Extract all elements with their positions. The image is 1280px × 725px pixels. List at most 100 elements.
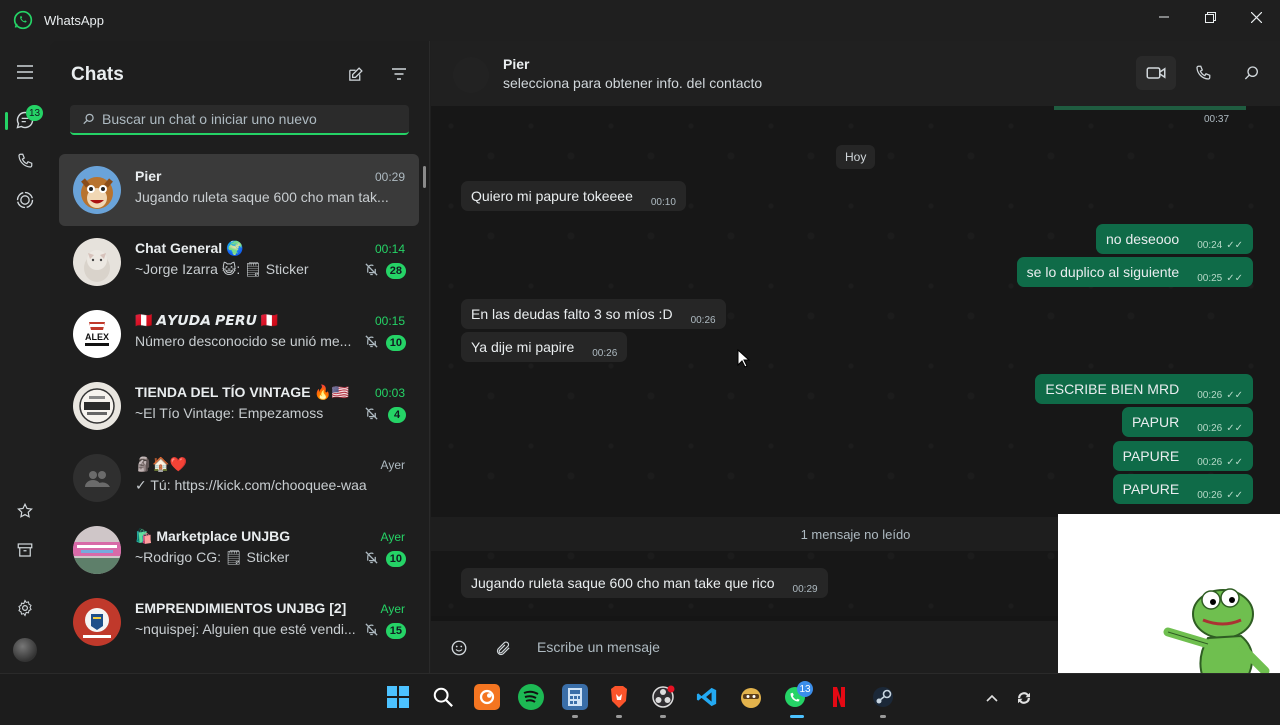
muted-bell-icon [365, 335, 378, 348]
taskbar-spotify[interactable] [518, 684, 544, 710]
chat-item-pier[interactable]: Pier 00:29 Jugando ruleta saque 600 cho … [59, 154, 419, 226]
taskbar-game[interactable] [738, 684, 764, 710]
taskbar-steam[interactable] [870, 684, 896, 710]
crunchyroll-icon [479, 689, 495, 705]
maximize-button[interactable] [1190, 6, 1230, 28]
chat-time: Ayer [380, 530, 405, 544]
profile-avatar[interactable] [13, 638, 37, 662]
unread-count-badge: 28 [385, 263, 406, 279]
status-nav-button[interactable] [13, 188, 37, 212]
whatsapp-logo-icon [13, 10, 33, 30]
chat-item-group[interactable]: 🗿🏠❤️ Ayer ✓ Tú: https://kick.com/chooque… [59, 442, 419, 514]
message-incoming[interactable]: En las deudas falto 3 so míos :D 00:26 [461, 299, 726, 329]
avatar: ALEX [73, 310, 121, 358]
message-text: PAPURE [1122, 448, 1180, 464]
chat-time: 00:29 [374, 170, 405, 184]
app-title: WhatsApp [44, 13, 104, 28]
search-in-chat-button[interactable] [1232, 56, 1272, 90]
emoji-button[interactable] [448, 637, 470, 659]
filter-button[interactable] [389, 64, 409, 84]
navigation-rail: 13 [0, 41, 50, 673]
contact-subtitle[interactable]: selecciona para obtener info. del contac… [503, 75, 762, 91]
message-incoming[interactable]: Ya dije mi papire 00:26 [461, 332, 628, 362]
new-chat-button[interactable] [345, 64, 365, 84]
message-incoming[interactable]: Quiero mi papure tokeeee 00:10 [461, 181, 686, 211]
chat-time: 00:15 [374, 314, 405, 328]
chat-item-ayuda-peru[interactable]: ALEX 🇵🇪 𝘼𝙔𝙐𝘿𝘼 𝙋𝙀𝙍𝙐 🇵🇪 00:15 Número desco… [59, 298, 419, 370]
taskbar-netflix[interactable] [826, 684, 852, 710]
message-outgoing[interactable]: PAPUR 00:26 ✓✓ [1122, 407, 1253, 437]
search-input[interactable] [102, 111, 392, 127]
active-app-indicator [790, 715, 804, 718]
minimize-icon [1159, 16, 1169, 18]
message-text: Jugando ruleta saque 600 cho man take qu… [471, 575, 775, 591]
windows-start-button[interactable] [385, 684, 411, 710]
taskbar-calculator[interactable] [562, 684, 588, 710]
message-time: 00:26 [1197, 390, 1223, 401]
message-time: 00:29 [792, 584, 818, 595]
message-text: PAPURE [1122, 481, 1180, 497]
previous-media-edge [1054, 106, 1246, 110]
tray-sync-icon-button[interactable] [1014, 688, 1034, 708]
message-text: Quiero mi papure tokeeee [471, 188, 633, 204]
contact-name[interactable]: Pier [503, 56, 529, 72]
chat-name: TIENDA DEL TÍO VINTAGE 🔥🇺🇸 [135, 384, 350, 400]
search-icon [83, 113, 94, 125]
message-text: En las deudas falto 3 so míos :D [471, 306, 673, 322]
archived-nav-button[interactable] [13, 538, 37, 562]
chat-item-emprendimientos-unjbg[interactable]: EMPRENDIMIENTOS UNJBG [2] Ayer ~nquispej… [59, 586, 419, 658]
restore-icon [1204, 11, 1216, 23]
sync-icon [1018, 692, 1030, 704]
message-outgoing[interactable]: no deseooo 00:24 ✓✓ [1096, 224, 1253, 254]
settings-nav-button[interactable] [13, 596, 37, 620]
chat-preview: Número desconocido se unió me... [135, 333, 352, 349]
calls-nav-button[interactable] [13, 149, 37, 173]
phone-icon [1196, 65, 1211, 80]
chat-name: Pier [135, 168, 162, 184]
calculator-icon [568, 688, 582, 706]
message-text: se lo duplico al siguiente [1026, 264, 1180, 280]
chat-item-chat-general[interactable]: Chat General 🌍 00:14 ~Jorge Izarra 😺: 🗒 … [59, 226, 419, 298]
message-text: ESCRIBE BIEN MRD [1045, 381, 1180, 397]
compose-icon [348, 66, 363, 81]
message-text: PAPUR [1132, 414, 1180, 430]
taskbar-vscode[interactable] [694, 684, 720, 710]
taskbar-search-button[interactable] [430, 684, 456, 710]
chat-item-tienda-vintage[interactable]: TIENDA DEL TÍO VINTAGE 🔥🇺🇸 00:03 ~El Tío… [59, 370, 419, 442]
close-button[interactable] [1236, 6, 1276, 28]
contact-avatar[interactable] [453, 57, 489, 93]
message-outgoing[interactable]: ESCRIBE BIEN MRD 00:26 ✓✓ [1035, 374, 1253, 404]
search-box[interactable] [70, 105, 409, 135]
message-input[interactable] [537, 635, 1037, 659]
muted-bell-icon [365, 263, 378, 276]
message-time: 00:25 [1197, 273, 1223, 284]
whatsapp-taskbar-badge: 13 [797, 681, 813, 697]
mouse-cursor-icon [737, 349, 751, 368]
attach-button[interactable] [492, 637, 514, 659]
read-receipt-icon: ✓✓ [1226, 457, 1243, 468]
tray-overflow-button[interactable] [982, 688, 1002, 708]
video-call-button[interactable] [1136, 56, 1176, 90]
message-outgoing[interactable]: PAPURE 00:26 ✓✓ [1112, 474, 1253, 504]
message-outgoing[interactable]: se lo duplico al siguiente 00:25 ✓✓ [1016, 257, 1253, 287]
paperclip-icon [496, 641, 510, 655]
menu-button[interactable] [13, 60, 37, 84]
voice-call-button[interactable] [1183, 56, 1223, 90]
message-time: 00:24 [1197, 240, 1223, 251]
starred-nav-button[interactable] [13, 499, 37, 523]
search-icon [433, 687, 453, 707]
taskbar-brave[interactable] [606, 684, 632, 710]
unread-count-badge: 10 [385, 551, 406, 567]
chat-name: 🛍️ Marketplace UNJBG [135, 528, 291, 544]
scrollbar-thumb[interactable] [423, 166, 426, 188]
taskbar-obs[interactable] [650, 684, 676, 710]
message-time: 00:26 [690, 315, 716, 326]
message-incoming[interactable]: Jugando ruleta saque 600 cho man take qu… [461, 568, 828, 598]
read-receipt-icon: ✓✓ [1226, 273, 1243, 284]
minimize-button[interactable] [1144, 6, 1184, 28]
taskbar-crunchyroll[interactable] [474, 684, 500, 710]
conversation-header[interactable]: Pier selecciona para obtener info. del c… [431, 41, 1280, 106]
game-icon [741, 688, 761, 708]
chat-item-marketplace-unjbg[interactable]: 🛍️ Marketplace UNJBG Ayer ~Rodrigo CG: 🗒… [59, 514, 419, 586]
message-outgoing[interactable]: PAPURE 00:26 ✓✓ [1112, 441, 1253, 471]
